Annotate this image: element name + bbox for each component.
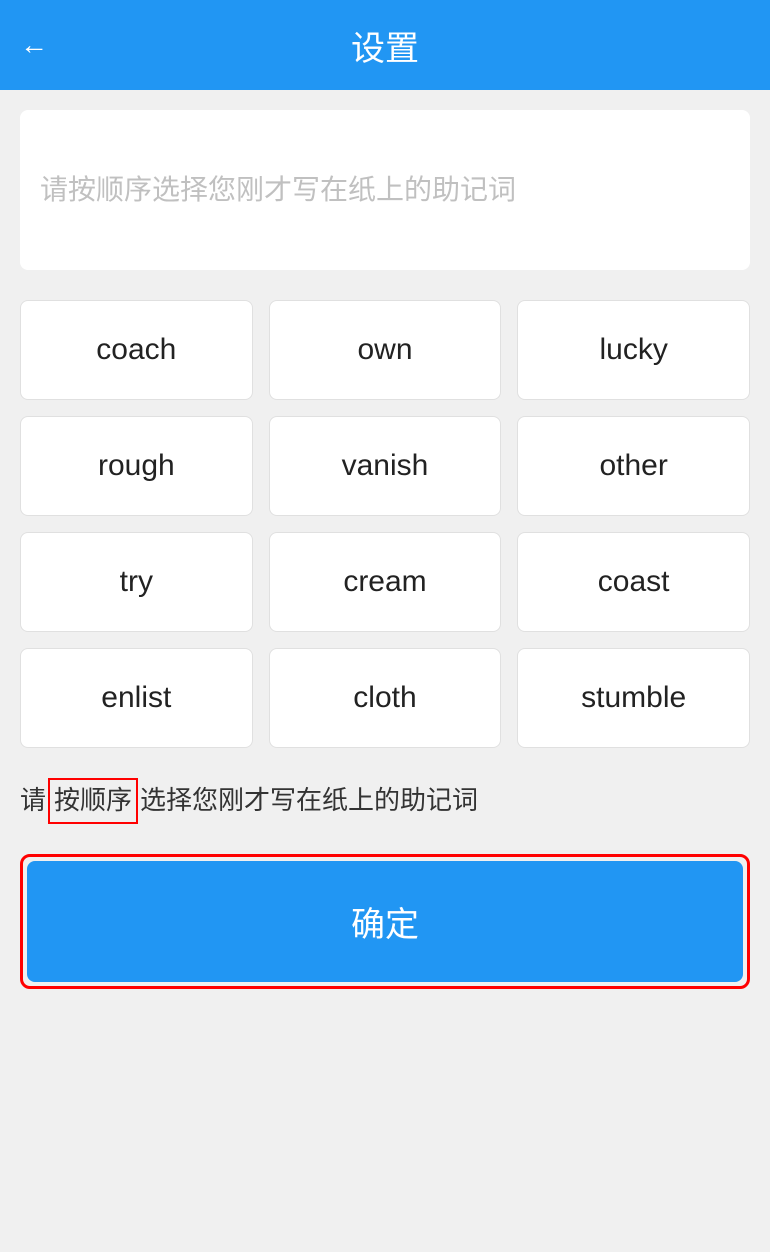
page-title: 设置 [351, 21, 419, 70]
word-button-w7[interactable]: try [20, 532, 253, 632]
hint-highlight: 按顺序 [48, 778, 138, 824]
app-header: ← 设置 [0, 0, 770, 90]
word-button-w6[interactable]: other [517, 416, 750, 516]
confirm-button-wrapper: 确定 [20, 854, 750, 989]
word-button-w8[interactable]: cream [269, 532, 502, 632]
confirm-button[interactable]: 确定 [27, 861, 743, 982]
main-content: 请按顺序选择您刚才写在纸上的助记词 coachownlucky roughvani… [0, 90, 770, 1252]
back-button[interactable]: ← [20, 29, 48, 61]
hint-after: 选择您刚才写在纸上的助记词 [140, 780, 478, 822]
word-button-w3[interactable]: lucky [517, 300, 750, 400]
word-button-w12[interactable]: stumble [517, 648, 750, 748]
input-placeholder-text: 请按顺序选择您刚才写在纸上的助记词 [40, 169, 516, 211]
word-button-w4[interactable]: rough [20, 416, 253, 516]
word-button-w1[interactable]: coach [20, 300, 253, 400]
hint-before: 请 [20, 780, 46, 822]
hint-text: 请按顺序选择您刚才写在纸上的助记词 [20, 778, 750, 824]
word-button-w11[interactable]: cloth [269, 648, 502, 748]
words-grid: coachownlucky roughvanishother trycreamcoa… [20, 300, 750, 748]
word-button-w9[interactable]: coast [517, 532, 750, 632]
word-button-w10[interactable]: enlist [20, 648, 253, 748]
word-button-w5[interactable]: vanish [269, 416, 502, 516]
mnemonic-input-area: 请按顺序选择您刚才写在纸上的助记词 [20, 110, 750, 270]
word-button-w2[interactable]: own [269, 300, 502, 400]
